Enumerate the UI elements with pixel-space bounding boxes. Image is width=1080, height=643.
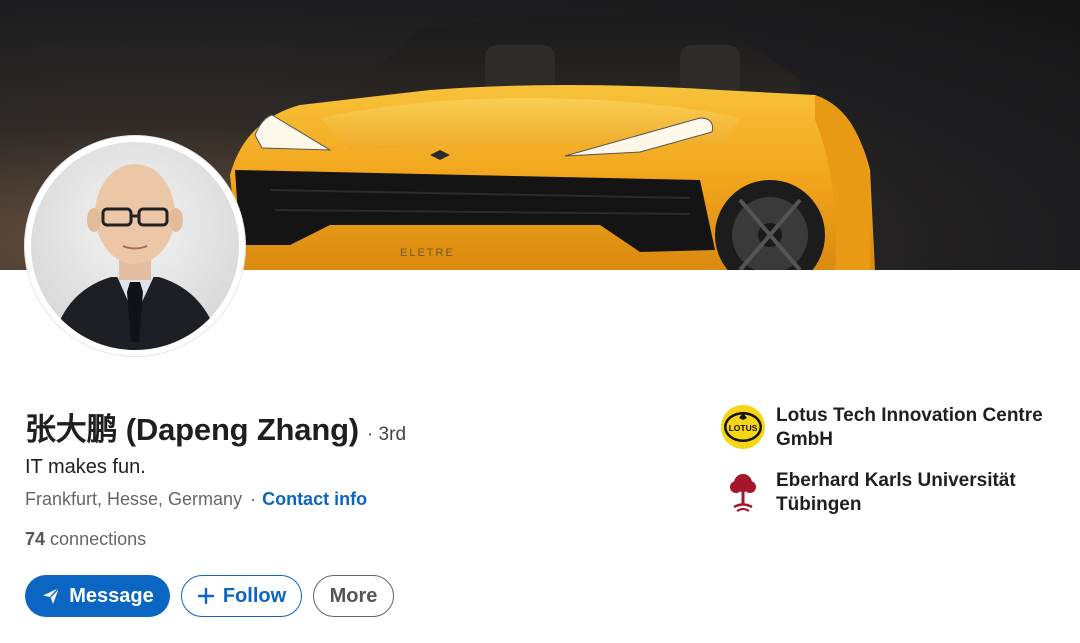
connections-count[interactable]: 74 connections [25, 529, 146, 550]
profile-location: Frankfurt, Hesse, Germany [25, 489, 243, 509]
profile-name: 张大鹏 (Dapeng Zhang) [25, 412, 359, 447]
car-badge-text: ELETRE [400, 247, 455, 259]
location-row: Frankfurt, Hesse, Germany · Contact info [25, 489, 367, 510]
message-label: Message [69, 584, 154, 607]
school-name-line2: Tübingen [776, 494, 862, 515]
message-button[interactable]: Message [25, 575, 170, 617]
send-icon [41, 586, 61, 606]
follow-label: Follow [222, 584, 287, 607]
separator-dot: · [250, 489, 257, 509]
name-row: 张大鹏 (Dapeng Zhang) · 3rd [25, 404, 406, 449]
company-name-line1: Lotus Tech Innovation Centre [776, 405, 1043, 426]
follow-button[interactable]: Follow [181, 575, 302, 617]
contact-info-link[interactable]: Contact info [262, 489, 367, 509]
profile-card: ELETRE 张大鹏 (Dapeng Zhang) · 3rd IT makes… [0, 0, 1080, 643]
current-company[interactable]: LOTUS Lotus Tech Innovation Centre GmbH [720, 404, 1066, 452]
education-school[interactable]: Eberhard Karls Universität Tübingen [720, 469, 1066, 517]
lotus-logo-text: LOTUS [729, 423, 758, 433]
school-name: Eberhard Karls Universität Tübingen [776, 469, 1066, 517]
avatar-photo [31, 142, 239, 350]
more-button[interactable]: More [313, 575, 394, 617]
connections-label: connections [50, 529, 147, 549]
profile-headline: IT makes fun. [25, 456, 146, 478]
connections-number: 74 [25, 529, 46, 549]
university-tree-logo-icon [720, 469, 766, 515]
company-name: Lotus Tech Innovation Centre GmbH [776, 404, 1066, 452]
connection-degree: · 3rd [366, 424, 407, 445]
school-name-line1: Eberhard Karls Universität [776, 470, 1016, 491]
lotus-logo-icon: LOTUS [720, 404, 766, 450]
more-label: More [329, 584, 378, 607]
company-name-line2: GmbH [776, 429, 833, 450]
profile-avatar[interactable] [25, 136, 245, 356]
person-portrait-illustration [51, 164, 221, 350]
plus-icon [197, 587, 215, 605]
